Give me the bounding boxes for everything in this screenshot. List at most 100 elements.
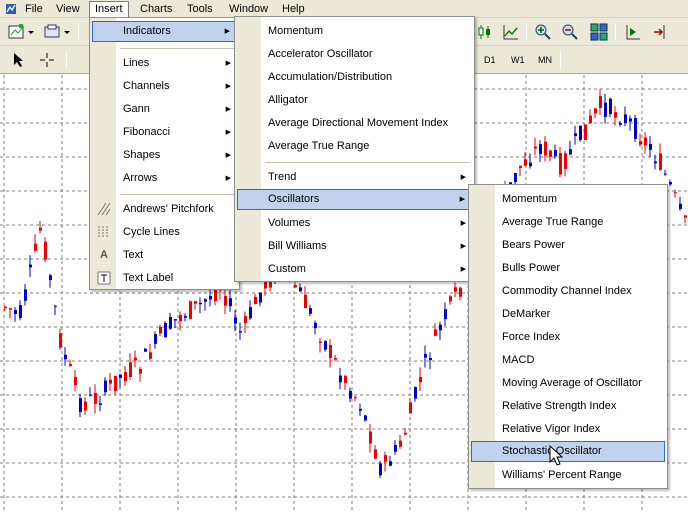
bull-candle [654, 161, 657, 164]
menu-view[interactable]: View [51, 1, 85, 17]
bear-candle [194, 301, 197, 304]
indicator-momentum[interactable]: Momentum [237, 21, 472, 42]
bull-candle [104, 380, 107, 393]
menu-item-label: Alligator [268, 94, 308, 106]
bull-candle [239, 331, 242, 333]
menu-item-label: Accelerator Oscillator [268, 48, 373, 60]
bull-candle [624, 114, 627, 123]
osc-williams-percent-range[interactable]: Williams' Percent Range [471, 465, 665, 486]
indicator-adx[interactable]: Average Directional Movement Index [237, 113, 472, 134]
zoom-out-button[interactable] [559, 21, 581, 43]
mouse-pointer-icon [549, 445, 563, 466]
menu-file[interactable]: File [20, 1, 48, 17]
insert-text-label[interactable]: Text Label [92, 268, 237, 289]
bear-candle [114, 375, 117, 392]
timeframe-mn[interactable]: MN [538, 52, 552, 68]
bull-candle [609, 98, 612, 114]
bull-candle [554, 149, 557, 157]
bear-candle [659, 153, 662, 170]
bear-candle [549, 150, 552, 157]
bull-candle [309, 308, 312, 314]
tile-windows-button[interactable] [588, 21, 610, 43]
cursor-tool-button[interactable] [8, 49, 30, 71]
crosshair-button[interactable] [36, 49, 58, 71]
menu-item-label: Arrows [123, 172, 158, 184]
timeframe-w1[interactable]: W1 [511, 52, 525, 68]
chart-shift-button[interactable] [622, 21, 644, 43]
menu-window[interactable]: Window [224, 1, 273, 17]
indicator-bill-williams[interactable]: Bill Williams ▶ [237, 236, 472, 257]
bear-candle [244, 316, 247, 324]
timeframe-d1[interactable]: D1 [484, 52, 496, 68]
new-chart-button[interactable] [6, 21, 36, 43]
bull-candle [209, 295, 212, 300]
osc-macd[interactable]: MACD [471, 350, 665, 371]
osc-rvi[interactable]: Relative Vigor Index [471, 419, 665, 440]
zoom-in-button[interactable] [532, 21, 554, 43]
bull-candle [29, 264, 32, 268]
indicator-custom[interactable]: Custom ▶ [237, 259, 472, 280]
bull-candle [99, 403, 102, 405]
osc-bulls-power[interactable]: Bulls Power [471, 258, 665, 279]
bear-candle [149, 352, 152, 359]
bull-candle [679, 203, 682, 209]
insert-fibonacci[interactable]: Fibonacci ▶ [92, 122, 237, 143]
insert-arrows[interactable]: Arrows ▶ [92, 168, 237, 189]
bull-candle [514, 173, 517, 182]
osc-stochastic-oscillator[interactable]: Stochastic Oscillator [471, 441, 665, 462]
bear-candle [84, 401, 87, 411]
osc-momentum[interactable]: Momentum [471, 189, 665, 210]
bear-candle [584, 124, 587, 140]
insert-text[interactable]: A Text [92, 245, 237, 266]
menu-item-label: Bears Power [502, 239, 565, 251]
zoom-out-icon [562, 24, 578, 40]
indicator-accelerator-oscillator[interactable]: Accelerator Oscillator [237, 44, 472, 65]
indicator-accumulation-distribution[interactable]: Accumulation/Distribution [237, 67, 472, 88]
osc-demarker[interactable]: DeMarker [471, 304, 665, 325]
submenu-arrow-icon: ▶ [225, 175, 231, 182]
indicator-oscillators[interactable]: Oscillators ▶ [237, 189, 472, 210]
osc-force-index[interactable]: Force Index [471, 327, 665, 348]
bear-candle [179, 314, 182, 322]
menu-item-label: Average Directional Movement Index [268, 117, 449, 129]
insert-gann[interactable]: Gann ▶ [92, 99, 237, 120]
indicator-alligator[interactable]: Alligator [237, 90, 472, 111]
bear-candle [69, 363, 72, 366]
bull-candle [164, 323, 167, 338]
insert-cycle-lines[interactable]: Cycle Lines [92, 222, 237, 243]
candlesticks-button[interactable] [474, 21, 496, 43]
menu-item-label: Bill Williams [268, 240, 327, 252]
profiles-button[interactable] [42, 21, 72, 43]
indicator-trend[interactable]: Trend ▶ [237, 167, 472, 188]
insert-indicators[interactable]: Indicators ▶ [92, 21, 237, 42]
line-chart-button[interactable] [500, 21, 522, 43]
menu-item-label: Williams' Percent Range [502, 469, 622, 481]
insert-lines[interactable]: Lines ▶ [92, 53, 237, 74]
bear-candle [409, 402, 412, 414]
insert-channels[interactable]: Channels ▶ [92, 76, 237, 97]
auto-scroll-button[interactable] [650, 21, 672, 43]
osc-osma[interactable]: Moving Average of Oscillator [471, 373, 665, 394]
menu-tools[interactable]: Tools [182, 1, 218, 17]
osc-cci[interactable]: Commodity Channel Index [471, 281, 665, 302]
osc-average-true-range[interactable]: Average True Range [471, 212, 665, 233]
bear-candle [39, 227, 42, 231]
osc-rsi[interactable]: Relative Strength Index [471, 396, 665, 417]
insert-andrews-pitchfork[interactable]: Andrews' Pitchfork [92, 199, 237, 220]
bull-candle [359, 408, 362, 411]
menu-charts[interactable]: Charts [135, 1, 177, 17]
menu-help[interactable]: Help [277, 1, 310, 17]
bear-candle [59, 333, 62, 348]
menu-item-label: Shapes [123, 149, 161, 161]
bull-candle [154, 334, 157, 344]
indicator-atr[interactable]: Average True Range [237, 136, 472, 157]
text-icon: A [100, 248, 108, 261]
indicator-volumes[interactable]: Volumes ▶ [237, 213, 472, 234]
menu-item-label: Commodity Channel Index [502, 285, 632, 297]
bull-candle [204, 299, 207, 302]
osc-bears-power[interactable]: Bears Power [471, 235, 665, 256]
insert-shapes[interactable]: Shapes ▶ [92, 145, 237, 166]
menu-item-label: Andrews' Pitchfork [123, 203, 214, 215]
bull-candle [349, 390, 352, 399]
bear-candle [9, 308, 12, 310]
